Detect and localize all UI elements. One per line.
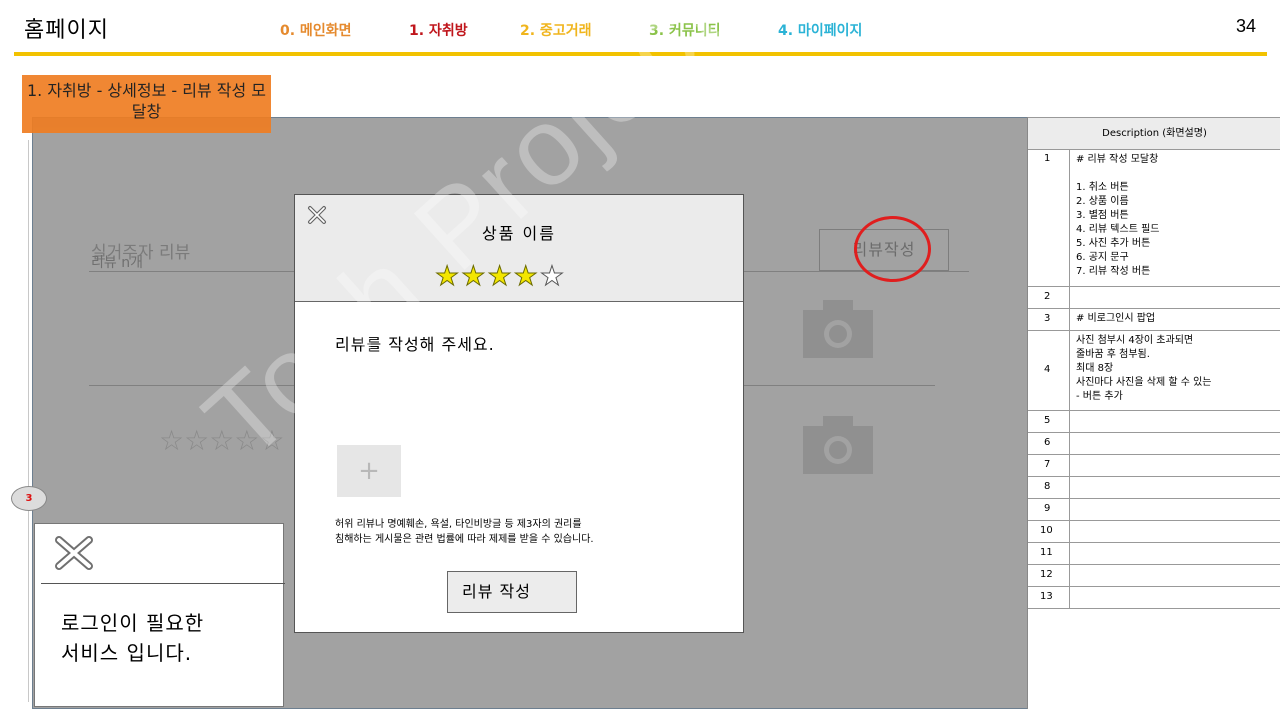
close-icon[interactable]	[53, 536, 95, 570]
nav-item-market[interactable]: 2. 중고거래	[520, 20, 591, 40]
header-divider	[14, 52, 1267, 56]
review-text-field[interactable]: 리뷰를 작성해 주세요.	[335, 331, 495, 355]
row-text	[1070, 287, 1280, 291]
review-stars: ☆☆☆☆☆	[159, 424, 285, 457]
row-number: 2	[1044, 291, 1051, 302]
divider	[41, 583, 285, 584]
submit-review-button[interactable]: 리뷰 작성	[447, 571, 577, 613]
star-icon[interactable]: ★	[513, 261, 540, 292]
row-number: 12	[1040, 569, 1053, 580]
nav-item-mypage[interactable]: 4. 마이페이지	[778, 20, 862, 40]
row-number: 8	[1044, 481, 1051, 492]
row-number: 13	[1040, 591, 1053, 602]
login-message-line: 로그인이 필요한	[61, 611, 205, 635]
star-icon[interactable]: ★	[461, 261, 487, 292]
row-text: # 리뷰 작성 모달창 1. 취소 버튼 2. 상품 이름 3. 별점 버튼 4…	[1076, 154, 1160, 277]
description-row: 11	[1028, 543, 1280, 565]
rating-stars[interactable]: ★★★★★	[434, 261, 566, 292]
login-required-popup: 로그인이 필요한 서비스 입니다.	[34, 523, 285, 707]
notice-line: 허위 리뷰나 명예훼손, 욕설, 타인비방글 등 제3자의 권리를	[335, 519, 582, 530]
description-row: 13	[1028, 587, 1280, 609]
row-text: # 비로그인시 팝업	[1076, 313, 1156, 324]
description-row: 8	[1028, 477, 1280, 499]
nav-item-rooms[interactable]: 1. 자취방	[409, 20, 468, 40]
row-number: 7	[1044, 459, 1051, 470]
description-table: 1 # 리뷰 작성 모달창 1. 취소 버튼 2. 상품 이름 3. 별점 버튼…	[1028, 150, 1280, 609]
description-header: Description (화면설명)	[1028, 117, 1280, 150]
page-title: 홈페이지	[24, 18, 109, 43]
description-row: 1 # 리뷰 작성 모달창 1. 취소 버튼 2. 상품 이름 3. 별점 버튼…	[1028, 150, 1280, 287]
description-row: 10	[1028, 521, 1280, 543]
row-number: 3	[1044, 313, 1051, 324]
add-photo-button[interactable]: +	[337, 445, 401, 497]
plus-icon: +	[358, 456, 380, 486]
row-number: 10	[1040, 525, 1053, 536]
review-count: 리뷰 n개	[91, 255, 143, 271]
description-row: 5	[1028, 411, 1280, 433]
product-name: 상품 이름	[482, 224, 556, 243]
modal-header: 상품 이름 ★★★★★	[295, 195, 743, 302]
highlight-circle	[854, 216, 931, 282]
login-message-line: 서비스 입니다.	[61, 641, 193, 665]
review-modal: 상품 이름 ★★★★★ 리뷰를 작성해 주세요. + 허위 리뷰나 명예훼손, …	[294, 194, 744, 633]
camera-icon	[803, 414, 873, 474]
description-panel: Description (화면설명) 1 # 리뷰 작성 모달창 1. 취소 버…	[1027, 117, 1280, 709]
row-text: 사진 첨부시 4장이 초과되면 줄바꿈 후 첨부됨. 최대 8장 사진마다 사진…	[1076, 335, 1212, 402]
description-row: 6	[1028, 433, 1280, 455]
frame-line	[28, 140, 29, 702]
description-row: 7	[1028, 455, 1280, 477]
description-row: 12	[1028, 565, 1280, 587]
login-message: 로그인이 필요한 서비스 입니다.	[61, 608, 204, 668]
row-number: 6	[1044, 437, 1051, 448]
star-icon[interactable]: ★	[539, 261, 566, 292]
notice-text: 허위 리뷰나 명예훼손, 욕설, 타인비방글 등 제3자의 권리를 침해하는 게…	[335, 517, 735, 547]
description-row: 4 사진 첨부시 4장이 초과되면 줄바꿈 후 첨부됨. 최대 8장 사진마다 …	[1028, 331, 1280, 411]
description-row: 9	[1028, 499, 1280, 521]
nav-item-community[interactable]: 3. 커뮤니티	[649, 20, 720, 40]
row-number: 1	[1044, 153, 1051, 164]
row-number: 4	[1044, 364, 1051, 375]
star-icon[interactable]: ★	[434, 261, 461, 292]
page-number: 34	[1235, 16, 1256, 36]
nav-item-main[interactable]: 0. 메인화면	[280, 20, 351, 40]
description-row: 2	[1028, 287, 1280, 309]
camera-icon	[803, 298, 873, 358]
star-icon[interactable]: ★	[487, 261, 513, 292]
row-number: 11	[1040, 547, 1053, 558]
row-number: 9	[1044, 503, 1051, 514]
row-number: 5	[1044, 415, 1051, 426]
notice-line: 침해하는 게시물은 관련 법률에 따라 제제를 받을 수 있습니다.	[335, 534, 594, 545]
section-label: 1. 자취방 - 상세정보 - 리뷰 작성 모달창	[22, 75, 271, 133]
description-row: 3 # 비로그인시 팝업	[1028, 309, 1280, 331]
annotation-marker: 3	[11, 486, 47, 511]
